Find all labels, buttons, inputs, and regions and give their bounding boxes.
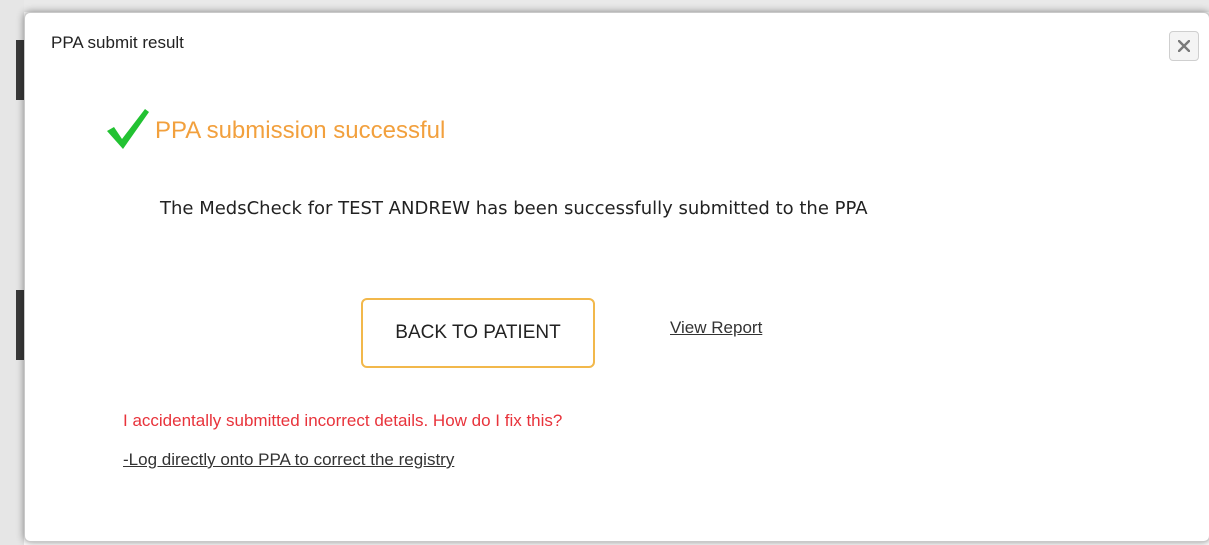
close-icon (1178, 40, 1190, 52)
success-message: PPA submission successful (155, 117, 446, 144)
backdrop-bar (16, 290, 24, 360)
checkmark-icon (107, 109, 149, 149)
backdrop-bar (16, 40, 24, 100)
backdrop-top-strip (0, 0, 1209, 12)
back-to-patient-button[interactable]: BACK TO PATIENT (361, 298, 595, 368)
view-report-link[interactable]: View Report (670, 318, 762, 338)
log-onto-ppa-link[interactable]: -Log directly onto PPA to correct the re… (123, 450, 454, 470)
dialog-title: PPA submit result (51, 33, 184, 52)
help-question: I accidentally submitted incorrect detai… (123, 411, 563, 430)
ppa-submit-result-dialog: PPA submit result PPA submission success… (24, 12, 1209, 542)
submission-message: The MedsCheck for TEST ANDREW has been s… (160, 198, 868, 219)
close-button[interactable] (1169, 31, 1199, 61)
